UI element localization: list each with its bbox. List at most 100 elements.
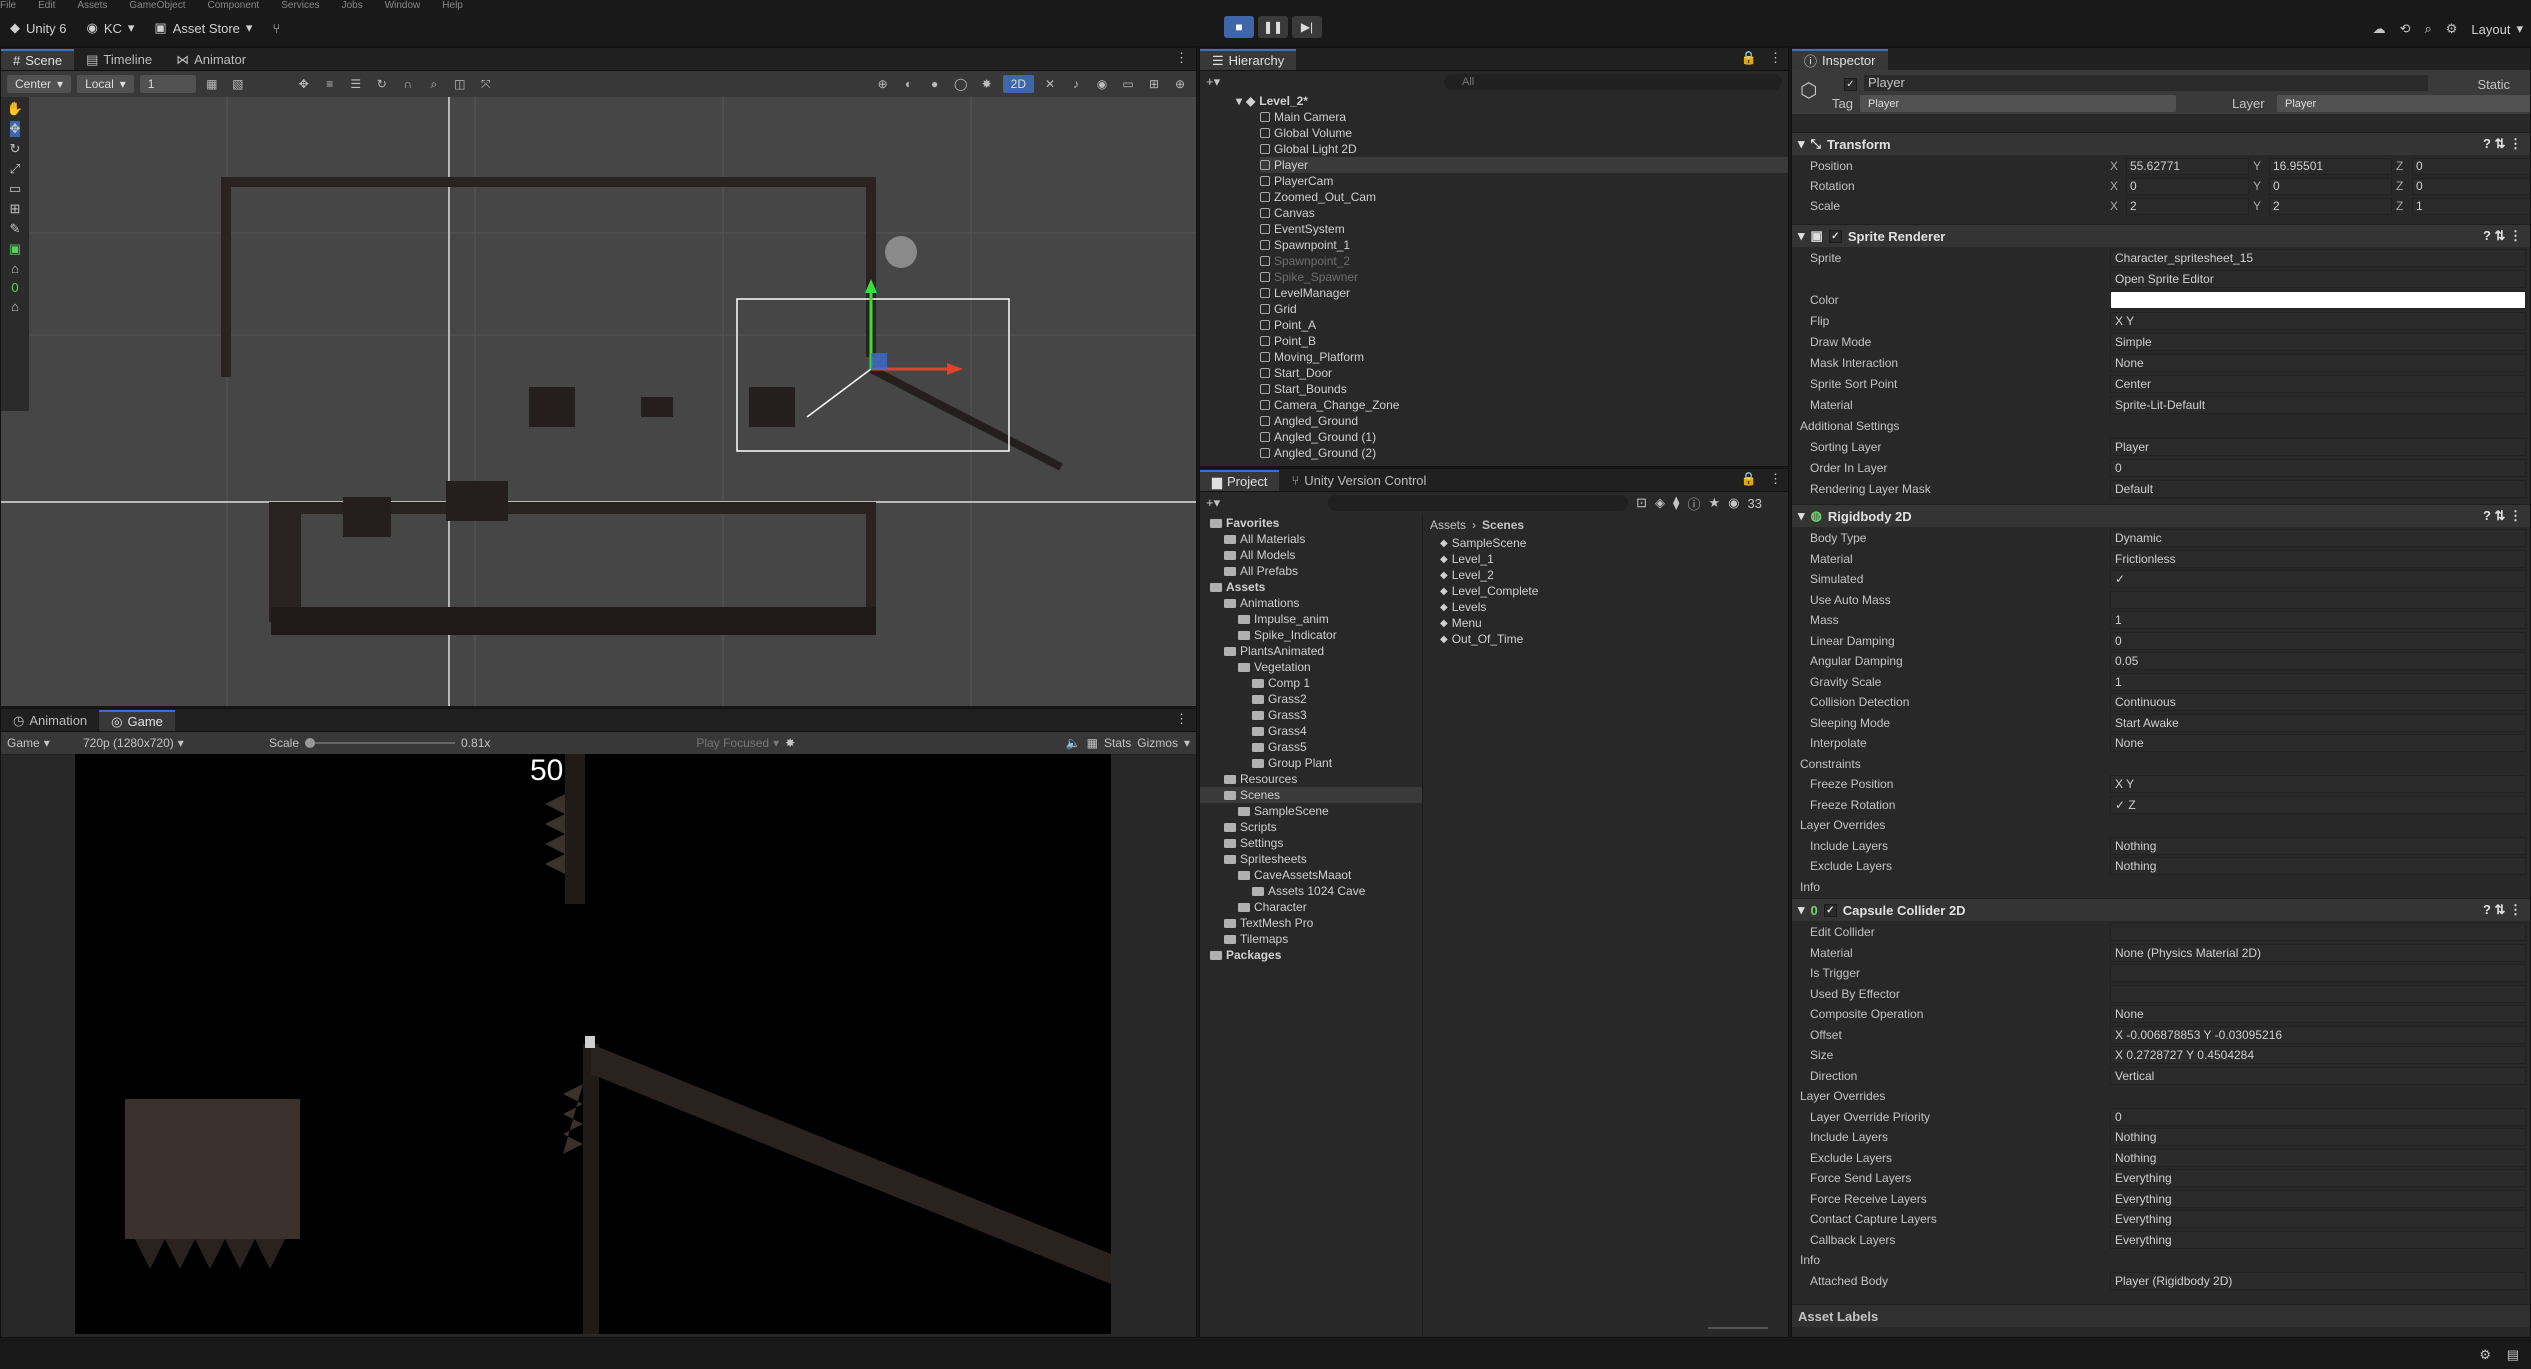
grid-snap-input[interactable]: 1 [139, 75, 196, 93]
property-value[interactable]: 0.05 [2110, 652, 2526, 670]
resolution-dropdown[interactable]: 720p (1280x720) ▾ [83, 736, 263, 750]
property-value[interactable] [2110, 964, 2526, 982]
scene-file[interactable]: ◆ Levels [1440, 599, 1788, 615]
hierarchy-item[interactable]: Global Volume [1260, 125, 1788, 141]
project-tree-item[interactable]: Character [1200, 899, 1422, 915]
star-icon[interactable]: ★ [1708, 495, 1720, 511]
project-tree-item[interactable]: Spike_Indicator [1200, 627, 1422, 643]
property-value[interactable] [2110, 590, 2526, 609]
project-tree-item[interactable]: Assets [1200, 579, 1422, 595]
hierarchy-item[interactable]: Spawnpoint_1 [1260, 237, 1788, 253]
hierarchy-item[interactable]: Point_B [1260, 333, 1788, 349]
rotation-fields[interactable]: X0 Y0 Z0 [2110, 177, 2530, 195]
rotation-x[interactable]: 0 [2126, 177, 2249, 195]
collider-tool-icon[interactable]: ▣ [9, 241, 21, 257]
enabled-checkbox[interactable]: ✓ [1828, 229, 1842, 243]
align-icon[interactable]: ≡ [320, 75, 340, 93]
stats-button[interactable]: Stats [1104, 736, 1131, 750]
project-tree-item[interactable]: Scripts [1200, 819, 1422, 835]
hierarchy-item[interactable]: PlayerCam [1260, 173, 1788, 189]
hierarchy-item[interactable]: LevelManager [1260, 285, 1788, 301]
property-value[interactable]: Default [2110, 480, 2526, 498]
menu-item[interactable]: Edit [38, 0, 55, 10]
position-y[interactable]: 16.95501 [2269, 157, 2392, 175]
scale-y[interactable]: 2 [2269, 197, 2392, 215]
property-value[interactable]: X 0.2728727 Y 0.4504284 [2110, 1046, 2526, 1064]
tab-scene[interactable]: # Scene [1, 49, 75, 70]
menu-item[interactable]: Services [281, 0, 319, 10]
property-value[interactable]: Player [2110, 438, 2526, 456]
pause-button[interactable]: ❚❚ [1258, 16, 1288, 38]
hierarchy-item[interactable]: Angled_Ground [1260, 413, 1788, 429]
menu-item[interactable]: GameObject [129, 0, 185, 10]
component-menu-icon[interactable]: ? ⇅ ⋮ [2483, 508, 2522, 524]
property-value[interactable]: None (Physics Material 2D) [2110, 943, 2526, 962]
property-value[interactable] [2110, 923, 2526, 941]
property-value[interactable]: Vertical [2110, 1066, 2526, 1085]
account-dropdown[interactable]: ◉ KC ▾ [76, 15, 144, 41]
scene-file[interactable]: ◆ Level_Complete [1440, 583, 1788, 599]
property-value[interactable]: Player (Rigidbody 2D) [2110, 1271, 2526, 1290]
tag-icon[interactable]: ⧫ [1673, 495, 1679, 511]
active-checkbox[interactable]: ✓ [1844, 78, 1857, 91]
position-z[interactable]: 0 [2412, 157, 2530, 175]
chevron-down-icon[interactable]: ▾ [1184, 736, 1190, 750]
mode-2d-toggle[interactable]: 2D [1002, 75, 1034, 93]
light-icon[interactable]: ◯ [951, 75, 971, 93]
scale-fields[interactable]: X2 Y2 Z1 [2110, 197, 2530, 215]
scene-file[interactable]: ◆ Level_1 [1440, 551, 1788, 567]
hierarchy-item[interactable]: Angled_Ground (2) [1260, 445, 1788, 461]
hierarchy-item[interactable]: Canvas [1260, 205, 1788, 221]
menu-item[interactable]: File [0, 0, 16, 10]
layout-dropdown[interactable]: Layout ▾ [2471, 16, 2523, 42]
property-value[interactable]: X Y [2110, 775, 2526, 793]
notification-icon[interactable]: ▤ [2507, 1347, 2519, 1363]
property-value[interactable]: Everything [2110, 1210, 2526, 1228]
asset-labels-section[interactable]: Asset Labels [1792, 1304, 2530, 1327]
mute-icon[interactable]: 🔈 [1066, 736, 1081, 750]
project-tree-item[interactable]: Comp 1 [1200, 675, 1422, 691]
rect-tool-icon[interactable]: ▭ [9, 181, 21, 197]
tab-animation[interactable]: ◷ Animation [1, 710, 99, 731]
project-tree-item[interactable]: Animations [1200, 595, 1422, 611]
hierarchy-search-input[interactable]: All [1444, 74, 1782, 90]
layer-dropdown[interactable]: Player [2277, 95, 2530, 112]
snap-icon[interactable]: ▧ [228, 75, 248, 93]
hierarchy-item[interactable]: Main Camera [1260, 109, 1788, 125]
property-value[interactable]: None [2110, 354, 2526, 372]
object-name-input[interactable]: Player [1864, 75, 2428, 91]
enabled-checkbox[interactable]: ✓ [1823, 903, 1837, 917]
property-value[interactable]: None [2110, 734, 2526, 752]
property-value[interactable]: Character_spritesheet_15 [2110, 249, 2526, 267]
property-value[interactable]: None [2110, 1005, 2526, 1023]
transform-header[interactable]: ▾ ⤡ Transform ? ⇅ ⋮ [1792, 132, 2530, 155]
hierarchy-item[interactable]: Start_Door [1260, 365, 1788, 381]
orientation-icon[interactable]: ⊕ [873, 75, 893, 93]
version-control-button[interactable]: ⑂ [262, 15, 290, 41]
gizmo-icon[interactable]: ⊞ [1144, 75, 1164, 93]
property-value[interactable] [2110, 291, 2526, 309]
eye-icon[interactable]: ◉ [1728, 495, 1739, 511]
project-tree-item[interactable]: Grass2 [1200, 691, 1422, 707]
shading-icon[interactable]: ◐ [899, 75, 919, 93]
camera-icon[interactable]: ▭ [1118, 75, 1138, 93]
menu-item[interactable]: Assets [77, 0, 107, 10]
menu-item[interactable]: Help [442, 0, 463, 10]
rotation-z[interactable]: 0 [2412, 177, 2530, 195]
game-viewport[interactable]: 50 [75, 754, 1111, 1334]
scene-file[interactable]: ◆ Out_Of_Time [1440, 631, 1788, 647]
project-tree-item[interactable]: Scenes [1200, 787, 1422, 803]
tab-game[interactable]: ◎ Game [99, 710, 175, 731]
project-tree-item[interactable]: Packages [1200, 947, 1422, 963]
play-button[interactable]: ■ [1224, 16, 1254, 38]
property-value[interactable]: 1 [2110, 672, 2526, 691]
info-icon[interactable]: ⓘ [1687, 494, 1700, 513]
property-value[interactable]: 0 [2110, 631, 2526, 650]
property-value[interactable]: Nothing [2110, 1148, 2526, 1167]
lock-icon[interactable]: 🔒 [1735, 50, 1763, 70]
scale-slider[interactable] [305, 738, 456, 748]
more-icon[interactable]: ⋮ [1167, 711, 1196, 731]
move-tool-icon[interactable]: ✥ [9, 121, 21, 137]
project-tree-item[interactable]: All Prefabs [1200, 563, 1422, 579]
add-icon[interactable]: +▾ [1206, 74, 1220, 90]
